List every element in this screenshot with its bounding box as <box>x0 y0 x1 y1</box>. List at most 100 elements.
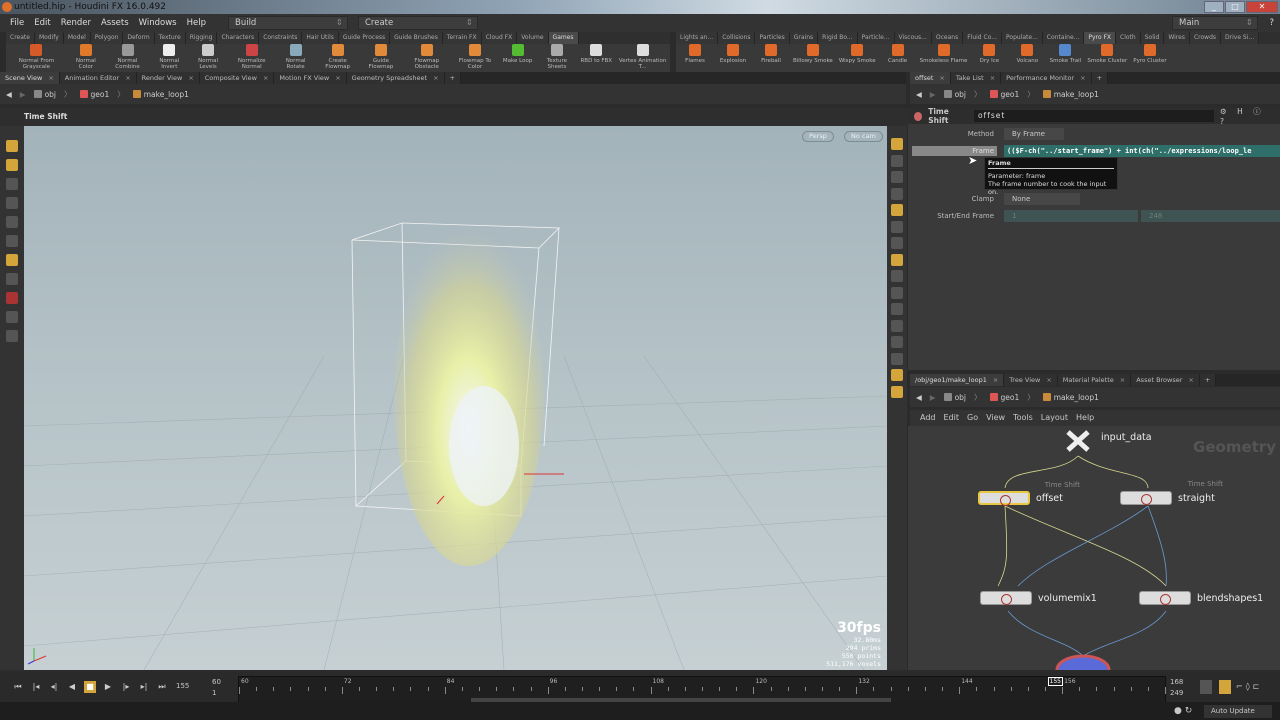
tool-create-flowmap[interactable]: Create Flowmap <box>316 44 360 72</box>
minimize-button[interactable]: _ <box>1204 1 1224 13</box>
next-key-button[interactable]: ▸| <box>138 681 150 693</box>
key-icon[interactable] <box>1200 680 1212 694</box>
tab-asset-browser[interactable]: Asset Browser × <box>1131 374 1200 386</box>
play-button[interactable]: ▶ <box>102 681 114 693</box>
crumb-make-loop1[interactable]: make_loop1 <box>1042 393 1099 402</box>
add-tab-button[interactable]: + <box>1091 72 1109 84</box>
shelf-tab-terrain-fx[interactable]: Terrain FX <box>442 32 482 44</box>
stop-button[interactable]: ■ <box>84 681 96 693</box>
back-icon[interactable]: ◀ <box>916 393 922 402</box>
tab-geometry-spreadsheet[interactable]: Geometry Spreadsheet × <box>346 72 445 84</box>
shading-icon[interactable] <box>891 204 903 216</box>
prev-key-button[interactable]: |◂ <box>30 681 42 693</box>
shelf-tab-rigging[interactable]: Rigging <box>185 32 218 44</box>
tool-make-loop[interactable]: Make Loop <box>499 44 537 72</box>
lights-icon[interactable] <box>891 187 903 200</box>
end-frame-field[interactable]: 248 <box>1141 210 1280 222</box>
tool-volcano[interactable]: Volcano <box>1008 44 1046 72</box>
scene-viewport[interactable]: Persp No cam 30fps 32.80ms 294 prims 550… <box>24 126 887 670</box>
crumb-geo1[interactable]: geo1 <box>79 90 109 99</box>
step-back-button[interactable]: ◂| <box>48 681 60 693</box>
menu-windows[interactable]: Windows <box>139 18 177 28</box>
tab-motion-fx-view[interactable]: Motion FX View × <box>274 72 347 84</box>
net-menu-add[interactable]: Add <box>920 410 936 426</box>
tool-normalize-normal[interactable]: Normalize Normal <box>228 44 276 72</box>
close-tab-icon[interactable]: × <box>433 74 438 82</box>
audio-icon[interactable]: ⌐◊⊏ <box>1236 682 1262 691</box>
shelf-tab-collisions[interactable]: Collisions <box>718 32 756 44</box>
gear-icon[interactable]: ⚙ H ⓘ ? <box>1220 106 1274 126</box>
help-icon[interactable]: ? <box>1269 18 1274 28</box>
menu-edit[interactable]: Edit <box>34 18 50 28</box>
shelf-tab-constraints[interactable]: Constraints <box>259 32 303 44</box>
tool-guide-flowmap[interactable]: Guide Flowmap <box>360 44 402 72</box>
shelf-tab-viscous[interactable]: Viscous... <box>894 32 932 44</box>
shelf-tab-lights-an[interactable]: Lights an... <box>676 32 719 44</box>
net-menu-help[interactable]: Help <box>1076 410 1094 426</box>
crumb-make-loop1[interactable]: make_loop1 <box>1042 90 1099 99</box>
net-menu-edit[interactable]: Edit <box>944 410 960 426</box>
shelf-tab-cloud-fx[interactable]: Cloud FX <box>481 32 518 44</box>
close-tab-icon[interactable]: × <box>263 74 268 82</box>
current-frame-field[interactable]: 155 <box>176 682 189 690</box>
tool-flowmap-obstacle[interactable]: Flowmap Obstacle <box>402 44 451 72</box>
tab-animation-editor[interactable]: Animation Editor × <box>59 72 137 84</box>
tab-scene-view[interactable]: Scene View × <box>0 72 60 84</box>
bulb-icon[interactable] <box>891 220 903 233</box>
tool-normal-invert[interactable]: Normal Invert <box>150 44 188 72</box>
camera-menu[interactable]: No cam <box>844 131 883 142</box>
shelf-tab-polygon[interactable]: Polygon <box>90 32 124 44</box>
crumb-obj[interactable]: obj <box>33 90 56 99</box>
close-tab-icon[interactable]: × <box>1080 74 1085 82</box>
node-name-field[interactable]: offset <box>973 110 1214 122</box>
shelf-tab-fluid-co[interactable]: Fluid Co... <box>963 32 1002 44</box>
tool-dry-ice[interactable]: Dry Ice <box>970 44 1008 72</box>
sculpt-icon[interactable] <box>6 330 18 342</box>
abc-icon[interactable] <box>891 352 903 365</box>
shelf-tab-characters[interactable]: Characters <box>217 32 260 44</box>
forward-icon[interactable]: ▶ <box>930 393 936 402</box>
cook-icon[interactable]: ● ↻ <box>1174 706 1192 716</box>
handle-tool-icon[interactable] <box>6 235 18 247</box>
shelf-tab-wires[interactable]: Wires <box>1164 32 1190 44</box>
start-frame-field[interactable]: 1 <box>1004 210 1138 222</box>
method-select[interactable]: By Frame <box>1004 128 1064 140</box>
scale-tool-icon[interactable] <box>6 216 18 228</box>
node-blendshapes1[interactable]: blendshapes1 <box>1139 591 1263 605</box>
node-offset[interactable]: Time Shift offset <box>978 481 1080 506</box>
wire-icon[interactable] <box>891 237 903 249</box>
tab-offset[interactable]: offset × <box>910 72 951 84</box>
lock-icon[interactable] <box>891 171 903 183</box>
shelf-tab-solid[interactable]: Solid <box>1140 32 1165 44</box>
crumb-obj[interactable]: obj <box>943 393 966 402</box>
global-start-field[interactable]: 1 <box>212 689 216 697</box>
tab-performance-monitor[interactable]: Performance Monitor × <box>1001 72 1092 84</box>
tool-smoke-cluster[interactable]: Smoke Cluster <box>1084 44 1130 72</box>
shelf-tab-create[interactable]: Create <box>6 32 35 44</box>
menu-render[interactable]: Render <box>61 18 91 28</box>
add-tab-button[interactable]: + <box>444 72 461 84</box>
bulb-on-icon[interactable] <box>891 385 903 398</box>
select-tool-icon[interactable] <box>6 140 18 152</box>
tool-rbd-to-fbx[interactable]: RBD to FBX <box>577 44 615 72</box>
tool-normal-levels[interactable]: Normal Levels <box>188 44 227 72</box>
node-volumemix1[interactable]: volumemix1 <box>980 591 1097 605</box>
tool-flowmap-to-color[interactable]: Flowmap To Color <box>451 44 498 72</box>
crumb-make-loop1[interactable]: make_loop1 <box>132 90 189 99</box>
shelf-tab-drive-si[interactable]: Drive Si... <box>1221 32 1260 44</box>
step-forward-button[interactable]: |▸ <box>120 681 132 693</box>
tool-normal-rotate[interactable]: Normal Rotate <box>276 44 316 72</box>
node-input-data[interactable]: input_data <box>1101 432 1152 443</box>
net-menu-view[interactable]: View <box>986 410 1005 426</box>
tab-render-view[interactable]: Render View × <box>136 72 200 84</box>
close-tab-icon[interactable]: × <box>1120 376 1125 384</box>
pose-tool-icon[interactable] <box>6 254 18 266</box>
tool-explosion[interactable]: Explosion <box>714 44 752 72</box>
move-tool-icon[interactable] <box>6 178 18 190</box>
back-icon[interactable]: ◀ <box>6 90 12 99</box>
cam-icon[interactable] <box>891 253 903 266</box>
close-tab-icon[interactable]: × <box>1188 376 1193 384</box>
close-tab-icon[interactable]: × <box>125 74 130 82</box>
add-tab-button[interactable]: + <box>1199 374 1217 386</box>
menu-help[interactable]: Help <box>187 18 206 28</box>
